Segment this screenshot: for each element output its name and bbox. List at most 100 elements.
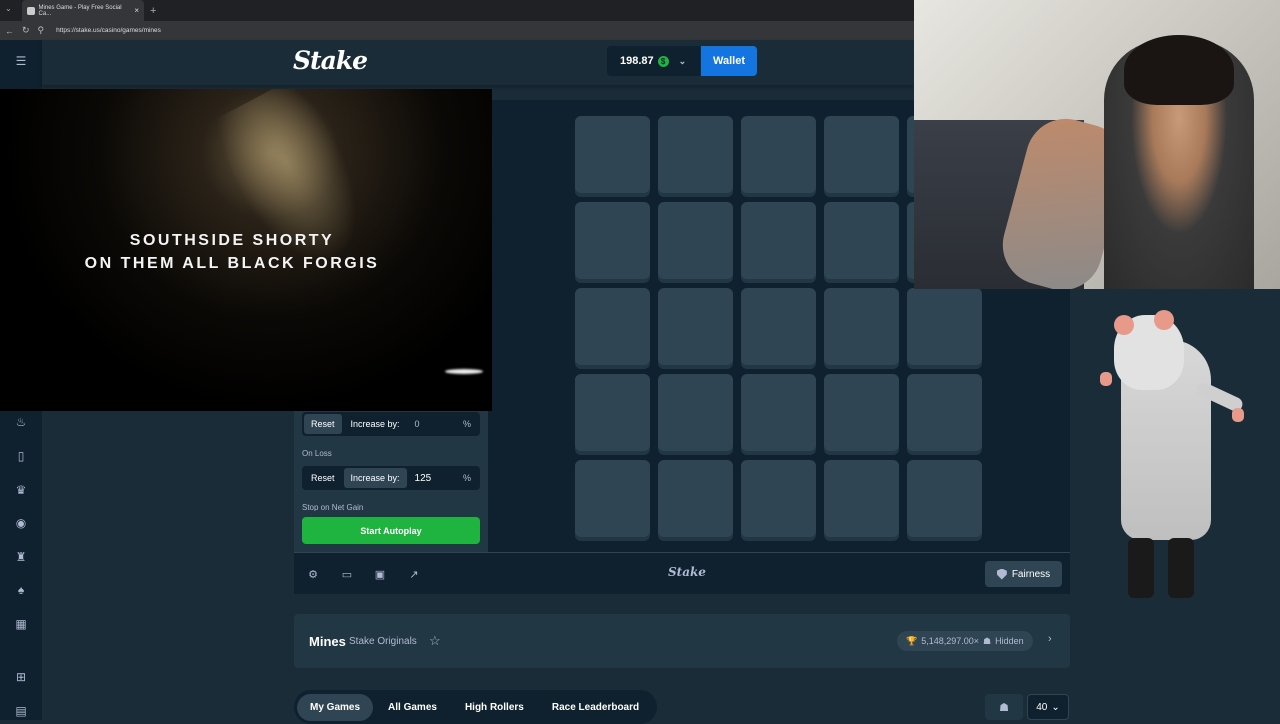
- max-win-user: Hidden: [995, 636, 1024, 646]
- live-casino-icon[interactable]: ◉: [12, 514, 30, 532]
- hidden-mode-button[interactable]: ☗: [985, 694, 1023, 720]
- crown-icon[interactable]: ♛: [12, 481, 30, 499]
- on-loss-increase-input[interactable]: 125: [415, 473, 461, 484]
- url-text[interactable]: https://stake.us/casino/games/mines: [56, 27, 161, 34]
- mine-tile[interactable]: [741, 374, 816, 451]
- video-lyrics: SOUTHSIDE SHORTY ON THEM ALL BLACK FORGI…: [0, 229, 464, 275]
- webcam-streamer-hair: [1124, 35, 1234, 105]
- gift-icon[interactable]: ⊞: [12, 668, 30, 686]
- incognito-icon: ☗: [999, 701, 1009, 714]
- settings-gear-icon[interactable]: ⚙: [305, 566, 321, 582]
- document-icon[interactable]: ▤: [12, 702, 30, 720]
- tab-all-games[interactable]: All Games: [375, 694, 450, 721]
- hidden-user-icon: ☗: [983, 635, 992, 646]
- trophy-icon: 🏆: [906, 635, 918, 646]
- fairness-button[interactable]: Fairness: [985, 561, 1062, 587]
- video-light-spot: [445, 369, 483, 374]
- mine-tile[interactable]: [907, 374, 982, 451]
- new-tab-icon[interactable]: +: [150, 5, 156, 17]
- mine-tile[interactable]: [907, 288, 982, 365]
- back-icon[interactable]: ←: [5, 26, 14, 36]
- balance-dropdown[interactable]: 198.87 $ ⌄: [607, 46, 700, 76]
- fire-icon[interactable]: ♨: [12, 413, 30, 431]
- grid-icon[interactable]: ▦: [12, 615, 30, 633]
- rat-leg-right: [1168, 538, 1194, 598]
- mine-tile[interactable]: [824, 460, 899, 537]
- on-loss-reset-button[interactable]: Reset: [304, 468, 342, 488]
- mine-tile[interactable]: [575, 202, 650, 279]
- mine-tile[interactable]: [741, 288, 816, 365]
- live-stats-icon[interactable]: ▣: [372, 566, 388, 582]
- wallet-button[interactable]: Wallet: [701, 46, 757, 76]
- mine-tile[interactable]: [824, 288, 899, 365]
- mine-tile[interactable]: [824, 374, 899, 451]
- mine-tile[interactable]: [824, 202, 899, 279]
- mine-tile[interactable]: [658, 116, 733, 193]
- stop-on-net-gain-label: Stop on Net Gain: [302, 503, 364, 511]
- site-header: Stake 198.87 $ ⌄ Wallet: [42, 40, 914, 85]
- menu-icon[interactable]: ☰: [12, 52, 30, 70]
- mine-tile[interactable]: [907, 460, 982, 537]
- mine-tile[interactable]: [575, 374, 650, 451]
- bets-tabs: My Games All Games High Rollers Race Lea…: [294, 690, 657, 724]
- stake-favicon-icon: [27, 6, 35, 15]
- mine-tile[interactable]: [658, 288, 733, 365]
- percent-unit: %: [462, 419, 471, 429]
- browser-tab[interactable]: Mines Game - Play Free Social Ca... ×: [22, 0, 144, 21]
- address-bar: ← ↻ ⚲ https://stake.us/casino/games/mine…: [0, 21, 914, 40]
- game-info-bar[interactable]: Mines Stake Originals ☆ 🏆 5,148,297.00× …: [294, 614, 1070, 668]
- rat-mascot-overlay: [1096, 310, 1246, 610]
- reload-icon[interactable]: ↻: [22, 25, 30, 36]
- on-win-reset-button[interactable]: Reset: [304, 414, 342, 434]
- tab-my-games[interactable]: My Games: [297, 693, 374, 721]
- footer-stake-logo: Stake: [668, 565, 706, 579]
- tab-race-leaderboard[interactable]: Race Leaderboard: [539, 694, 652, 721]
- site-info-icon[interactable]: ⚲: [38, 25, 45, 36]
- mine-tile[interactable]: [741, 116, 816, 193]
- mine-tile[interactable]: [658, 374, 733, 451]
- on-win-increase-button[interactable]: Increase by:: [344, 414, 407, 434]
- tab-close-icon[interactable]: ×: [134, 6, 139, 15]
- originals-icon[interactable]: ♠: [12, 581, 30, 599]
- music-video-overlay: SOUTHSIDE SHORTY ON THEM ALL BLACK FORGI…: [0, 89, 492, 411]
- chevron-down-icon: ⌄: [1051, 701, 1060, 713]
- on-loss-increase-button[interactable]: Increase by:: [343, 468, 407, 488]
- mine-tile[interactable]: [658, 460, 733, 537]
- lyric-line-2: ON THEM ALL BLACK FORGIS: [84, 255, 380, 272]
- rows-per-page-select[interactable]: 40 ⌄: [1027, 694, 1069, 720]
- max-win-value: 5,148,297.00×: [921, 636, 980, 646]
- rat-hand-right: [1232, 408, 1244, 422]
- shield-check-icon: [996, 568, 1007, 580]
- tab-high-rollers[interactable]: High Rollers: [452, 694, 537, 721]
- stake-logo[interactable]: Stake: [293, 46, 368, 75]
- favourite-star-icon[interactable]: ☆: [429, 633, 441, 649]
- mine-tile[interactable]: [575, 288, 650, 365]
- on-loss-label: On Loss: [302, 449, 332, 458]
- theatre-mode-icon[interactable]: ▭: [339, 566, 355, 582]
- game-shows-icon[interactable]: ♜: [12, 548, 30, 566]
- balance-amount: 198.87: [620, 55, 654, 67]
- tab-title: Mines Game - Play Free Social Ca...: [38, 4, 122, 17]
- start-autoplay-button[interactable]: Start Autoplay: [302, 517, 480, 544]
- mine-tile[interactable]: [575, 460, 650, 537]
- rat-ear-right: [1154, 310, 1174, 330]
- on-win-increase-input[interactable]: 0: [415, 419, 461, 429]
- on-win-controls: Reset Increase by: 0 %: [302, 412, 480, 436]
- percent-unit: %: [462, 473, 471, 483]
- game-provider[interactable]: Stake Originals: [349, 636, 417, 647]
- mine-tile[interactable]: [658, 202, 733, 279]
- max-win-badge: 🏆 5,148,297.00× ☗ Hidden: [897, 631, 1033, 651]
- mine-tile[interactable]: [575, 116, 650, 193]
- mine-tile[interactable]: [741, 460, 816, 537]
- lyric-line-1: SOUTHSIDE SHORTY: [129, 232, 335, 249]
- tab-list-icon[interactable]: ⌄: [5, 4, 12, 13]
- sweeps-coin-icon: $: [657, 55, 669, 67]
- game-footer-bar: ⚙ ▭ ▣ ↗ Stake Fairness: [294, 552, 1070, 594]
- mine-tile[interactable]: [741, 202, 816, 279]
- popout-icon[interactable]: ↗: [406, 566, 422, 582]
- chevron-down-icon: ⌄: [678, 55, 687, 66]
- chevron-right-icon[interactable]: ›: [1048, 633, 1052, 645]
- slots-icon[interactable]: ▯: [12, 447, 30, 465]
- mine-tile[interactable]: [824, 116, 899, 193]
- rat-ear-left: [1114, 315, 1134, 335]
